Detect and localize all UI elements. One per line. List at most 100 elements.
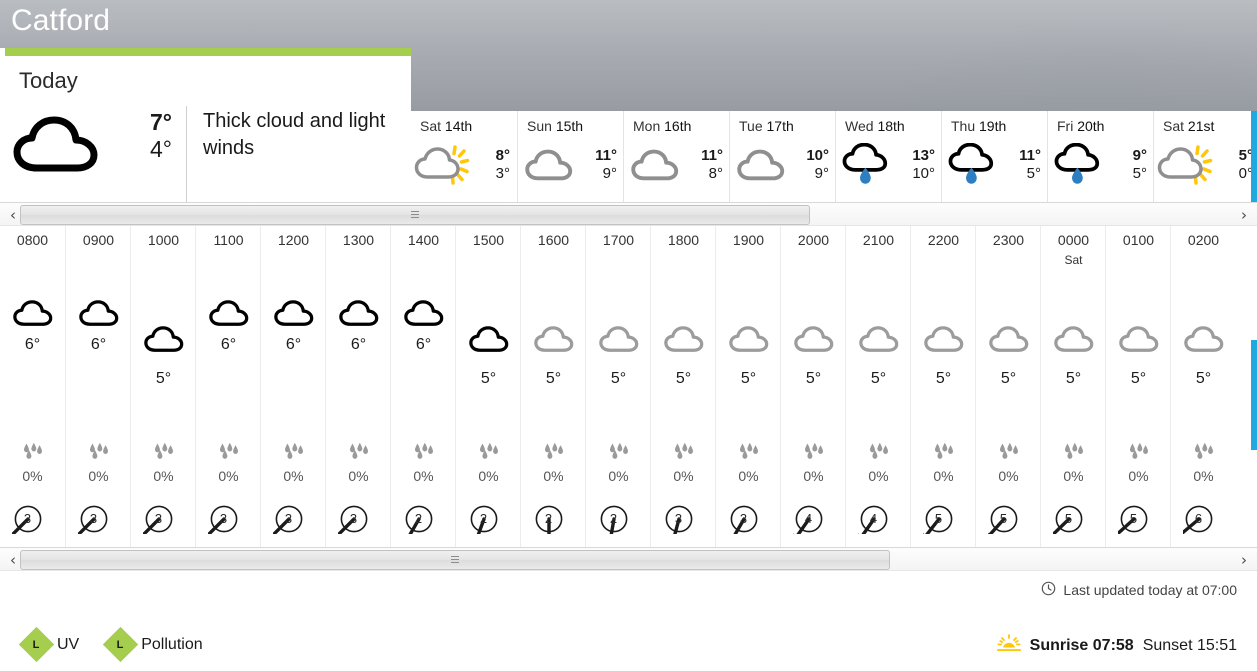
day-card-sat-14th[interactable]: Sat 14th 8° 3° bbox=[411, 111, 517, 210]
cloud-icon bbox=[651, 326, 716, 353]
cloud-icon bbox=[624, 149, 686, 182]
hour-column-1500[interactable]: 1500 5° 0% 2 bbox=[455, 226, 520, 547]
cloud-icon bbox=[586, 326, 651, 353]
hour-column-1400[interactable]: 1400 6° 0% 2 bbox=[390, 226, 455, 547]
hour-temperature: 6° bbox=[220, 336, 237, 353]
hour-column-1000[interactable]: 1000 5° 0% 3 bbox=[130, 226, 195, 547]
day-card-sun-15th[interactable]: Sun 15th 11° 9° bbox=[517, 111, 624, 210]
hour-column-1200[interactable]: 1200 6° 0% 3 bbox=[260, 226, 325, 547]
day-card-sat-21st[interactable]: Sat 21st 5° 0° bbox=[1153, 111, 1257, 210]
wind-direction-icon: 5 bbox=[983, 494, 1030, 542]
hour-column-0200[interactable]: 0200 5° 0% 6 bbox=[1170, 226, 1235, 547]
precipitation-icon bbox=[651, 442, 716, 460]
hour-column-0100[interactable]: 0100 5° 0% 5 bbox=[1105, 226, 1170, 547]
hour-column-2000[interactable]: 2000 5° 0% 4 bbox=[780, 226, 845, 547]
precipitation-icon bbox=[716, 442, 781, 460]
hourly-scrollbar[interactable]: ‹ › bbox=[0, 547, 1257, 571]
precipitation-chance: 0% bbox=[218, 468, 239, 484]
hourly-scroll-left-button[interactable]: ‹ bbox=[5, 551, 21, 569]
cloud-icon bbox=[911, 326, 976, 353]
wind-direction-icon: 2 bbox=[402, 494, 445, 545]
hourly-scroll-thumb[interactable] bbox=[20, 550, 890, 570]
daily-scrollbar[interactable]: ‹ › bbox=[0, 202, 1257, 226]
precipitation-chance: 0% bbox=[413, 468, 434, 484]
day-temperatures: 11° 8° bbox=[686, 147, 728, 183]
wind-speed: 3 bbox=[674, 511, 683, 526]
hour-time: 1300 bbox=[342, 232, 375, 248]
wind-speed: 6 bbox=[1194, 511, 1203, 526]
hourly-right-edge-indicator bbox=[1251, 340, 1257, 450]
wind-direction-icon: 4 bbox=[791, 494, 835, 544]
daily-scroll-right-button[interactable]: › bbox=[1236, 206, 1252, 224]
daily-scroll-track[interactable] bbox=[20, 205, 1237, 225]
hour-column-0900[interactable]: 0900 6° 0% 3 bbox=[65, 226, 130, 547]
precipitation-icon bbox=[66, 442, 131, 460]
hour-column-1300[interactable]: 1300 6° 0% 3 bbox=[325, 226, 390, 547]
hour-time: 0000 bbox=[1057, 232, 1090, 248]
hour-column-0800[interactable]: 0800 6° 0% 3 bbox=[0, 226, 65, 547]
hourly-forecast-table[interactable]: 0800 6° 0% 3 0900 6° 0% 3 1000 5° 0% 3 1100 6° 0% 3 1200… bbox=[0, 226, 1257, 547]
hour-temperature: 5° bbox=[935, 370, 952, 387]
precipitation-icon bbox=[976, 442, 1041, 460]
last-updated-text: Last updated today at 07:00 bbox=[1063, 582, 1237, 598]
hour-time: 1000 bbox=[147, 232, 180, 248]
hour-temperature: 6° bbox=[90, 336, 107, 353]
day-date: 21st bbox=[1187, 118, 1215, 134]
hour-temperature: 6° bbox=[285, 336, 302, 353]
day-card-mon-16th[interactable]: Mon 16th 11° 8° bbox=[623, 111, 730, 210]
hourly-scroll-track[interactable] bbox=[20, 550, 1237, 570]
hour-temperature: 5° bbox=[1130, 370, 1147, 387]
legend-item-uv[interactable]: L UV bbox=[18, 626, 79, 663]
daily-forecast-strip[interactable]: Sat 14th 8° 3° Sun 15th 11° 9° Mon 16th 11° 8° Tu… bbox=[411, 111, 1257, 210]
wind-speed: 2 bbox=[609, 511, 618, 526]
hour-column-1100[interactable]: 1100 6° 0% 3 bbox=[195, 226, 260, 547]
cloud-icon bbox=[0, 300, 65, 327]
hour-time: 1600 bbox=[537, 232, 570, 248]
hour-time: 1500 bbox=[472, 232, 505, 248]
hourly-scroll-right-button[interactable]: › bbox=[1236, 551, 1252, 569]
hour-time: 0200 bbox=[1187, 232, 1220, 248]
level-badge-icon: L bbox=[18, 626, 55, 663]
day-date: 20th bbox=[1077, 118, 1105, 134]
hour-column-2200[interactable]: 2200 5° 0% 5 bbox=[910, 226, 975, 547]
legend-item-pollution[interactable]: L Pollution bbox=[103, 626, 203, 663]
hour-column-2300[interactable]: 2300 5° 0% 5 bbox=[975, 226, 1040, 547]
day-card-fri-20th[interactable]: Fri 20th 9° 5° bbox=[1047, 111, 1154, 210]
hour-time: 1900 bbox=[732, 232, 765, 248]
wind-indicator: 3 bbox=[261, 494, 326, 541]
rain-cloud-icon bbox=[942, 143, 1004, 187]
hour-column-1900[interactable]: 1900 5° 0% 3 bbox=[715, 226, 780, 547]
cloud-icon bbox=[131, 326, 196, 353]
wind-direction-icon: 5 bbox=[1111, 494, 1160, 540]
cloud-icon bbox=[66, 300, 131, 327]
day-card-tue-17th[interactable]: Tue 17th 10° 9° bbox=[729, 111, 836, 210]
precipitation-icon bbox=[1171, 442, 1236, 460]
hour-column-2100[interactable]: 2100 5° 0% 4 bbox=[845, 226, 910, 547]
day-card-thu-19th[interactable]: Thu 19th 11° 5° bbox=[941, 111, 1048, 210]
day-date: 15th bbox=[555, 118, 584, 134]
day-card-label: Mon 16th bbox=[633, 118, 691, 134]
today-low: 4° bbox=[150, 136, 172, 162]
wind-direction-icon: 6 bbox=[1175, 494, 1225, 539]
hour-column-0000[interactable]: 0000 Sat 5° 0% 5 bbox=[1040, 226, 1105, 547]
wind-speed: 5 bbox=[1064, 511, 1073, 526]
today-card[interactable]: Today 7° 4° Thick cloud and light winds bbox=[0, 48, 411, 210]
hour-column-1600[interactable]: 1600 5° 0% 2 bbox=[520, 226, 585, 547]
wind-speed: 2 bbox=[414, 511, 423, 526]
cloud-icon bbox=[781, 326, 846, 353]
wind-speed: 3 bbox=[23, 511, 32, 526]
cloud-icon bbox=[1106, 326, 1171, 353]
wind-direction-icon: 3 bbox=[332, 494, 380, 541]
daily-scroll-thumb[interactable] bbox=[20, 205, 810, 225]
legend-badge-letter: L bbox=[117, 638, 125, 651]
hour-weather: 5° bbox=[716, 288, 781, 408]
day-card-wed-18th[interactable]: Wed 18th 13° 10° bbox=[835, 111, 942, 210]
wind-speed: 3 bbox=[349, 511, 358, 526]
hour-column-1700[interactable]: 1700 5° 0% 2 bbox=[585, 226, 650, 547]
wind-speed: 3 bbox=[219, 511, 228, 526]
hour-column-1800[interactable]: 1800 5° 0% 3 bbox=[650, 226, 715, 547]
day-card-row: 10° 9° bbox=[730, 137, 836, 193]
daily-scroll-left-button[interactable]: ‹ bbox=[5, 206, 21, 224]
wind-indicator: 3 bbox=[0, 494, 65, 541]
hour-temperature: 6° bbox=[350, 336, 367, 353]
